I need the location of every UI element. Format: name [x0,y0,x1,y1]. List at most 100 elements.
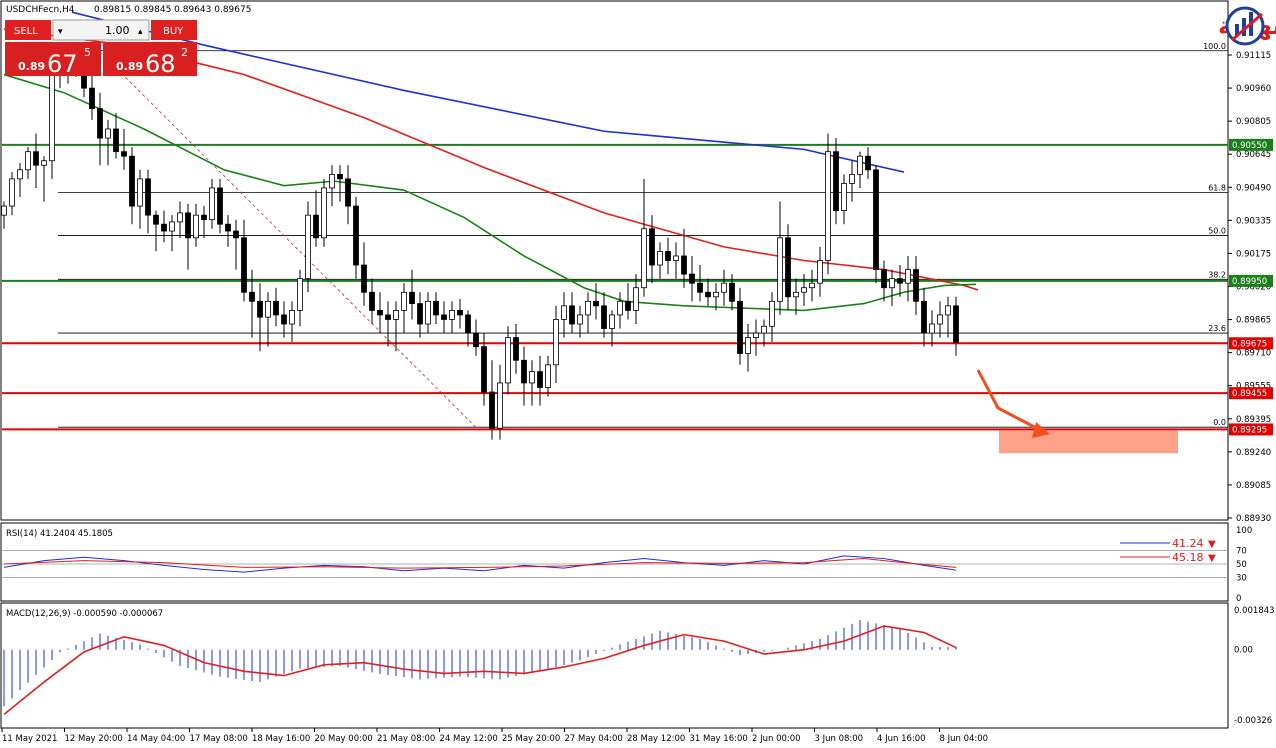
candle-body [225,223,231,232]
time-axis-label: 27 May 04:00 [565,734,623,744]
price-axis-label: 0.89395 [1236,415,1271,425]
horizontal-level-tag-label: 0.89675 [1232,339,1267,349]
target-zone [999,430,1178,454]
candle [321,178,327,247]
time-axis-label: 2 Jun 00:00 [752,734,801,744]
candle-body [889,278,895,289]
time-axis-label: 31 May 16:00 [690,734,748,744]
candle-body [689,273,695,284]
candle [873,165,879,284]
candle-body [265,300,271,318]
candle-body [89,87,95,109]
macd-panel[interactable] [0,602,1229,729]
candle-body [177,212,183,223]
price-axis-label: 0.89240 [1236,448,1271,458]
candle-body [305,214,311,280]
candle-body [41,160,47,166]
sell-label: SELL [14,26,38,37]
candle-body [865,155,871,171]
candle-body [785,237,791,298]
macd-title: MACD(12,26,9) -0.000590 -0.000067 [6,609,163,619]
candle-body [881,269,887,289]
candle [305,201,311,293]
fibonacci-level-label: 50.0 [1208,227,1226,236]
price-axis-label: 0.90335 [1236,216,1271,226]
header-symbol: USDCHFecn,H4 [6,5,75,15]
candle-body [97,108,103,139]
time-axis-label: 8 Jun 04:00 [940,734,989,744]
candle-body [545,364,551,388]
candle-body [393,309,399,320]
time-axis-label: 11 May 2021 [2,734,57,744]
bar-chart-logo-icon [1225,6,1265,46]
candle-body [905,269,911,284]
sell-price-prefix: 0.89 [18,60,45,73]
fibonacci-level-label: 0.0 [1213,418,1226,427]
fibonacci-level-label: 23.6 [1208,324,1226,333]
price-axis-label: 0.90490 [1236,183,1271,193]
candle-body [929,323,935,334]
fibonacci-level-label: 100.0 [1203,42,1226,51]
candle-body [529,371,535,384]
time-axis-label: 24 May 12:00 [440,734,498,744]
candle-body [833,151,839,212]
candle-body [281,314,287,325]
candle-body [353,205,359,266]
brand-logo: التداول بسهولة [1218,6,1276,46]
candle-body [913,269,919,302]
candle-body [601,305,607,329]
candle-body [113,128,119,153]
candle-body [641,228,647,289]
candle-body [9,178,15,207]
candle-body [897,278,903,284]
candle-body [537,371,543,388]
sell-price-sup: 5 [84,46,91,59]
candle-body [297,278,303,311]
candle-body [553,319,559,366]
lot-decrease-icon[interactable]: ▾ [58,27,63,37]
candle-body [937,314,943,325]
rsi-axis-label: 70 [1236,546,1247,556]
lot-increase-icon[interactable]: ▴ [138,27,143,37]
sell-price-big: 67 [47,50,78,78]
candle-body [481,346,487,393]
candle-body [697,282,703,293]
time-axis-label: 21 May 08:00 [377,734,435,744]
down-triangle-icon: ▼ [1208,553,1216,564]
time-axis-label: 25 May 20:00 [502,734,560,744]
candle-body [249,291,255,302]
candle-body [737,300,743,354]
candle-body [17,169,23,180]
one-click-trading-panel: SELL ▾ 1.00 ▴ BUY 0.89 67 5 0.89 68 2 [5,19,197,78]
candle-body [849,173,855,184]
candle-body [753,332,759,338]
macd-axis-label: 0.00 [1234,646,1253,656]
candle-body [473,332,479,348]
candle-body [1,205,7,216]
candle-body [521,359,527,384]
candle-body [585,300,591,316]
candle-body [713,291,719,298]
candle-body [817,260,823,284]
candle-body [449,309,455,320]
horizontal-level-tag-label: 0.89295 [1232,425,1267,435]
candle-body [649,228,655,266]
candle-body [841,183,847,212]
candle-body [321,187,327,239]
candle-body [729,282,735,302]
candle-body [873,169,879,270]
candle-body [105,128,111,139]
lot-size-input[interactable] [52,19,150,41]
time-axis-label: 18 May 16:00 [252,734,310,744]
candle-body [313,214,319,239]
candle-body [121,151,127,157]
candle-body [241,237,247,293]
buy-price-big: 68 [145,50,176,78]
time-axis-label: 3 Jun 08:00 [815,734,864,744]
horizontal-level-tag-label: 0.89950 [1232,277,1267,287]
candle-body [209,187,215,221]
header-ohlc: 0.89815 0.89845 0.89643 0.89675 [94,5,251,15]
candle-body [777,237,783,302]
candle-body [825,151,831,261]
buy-price-sup: 2 [181,46,188,59]
